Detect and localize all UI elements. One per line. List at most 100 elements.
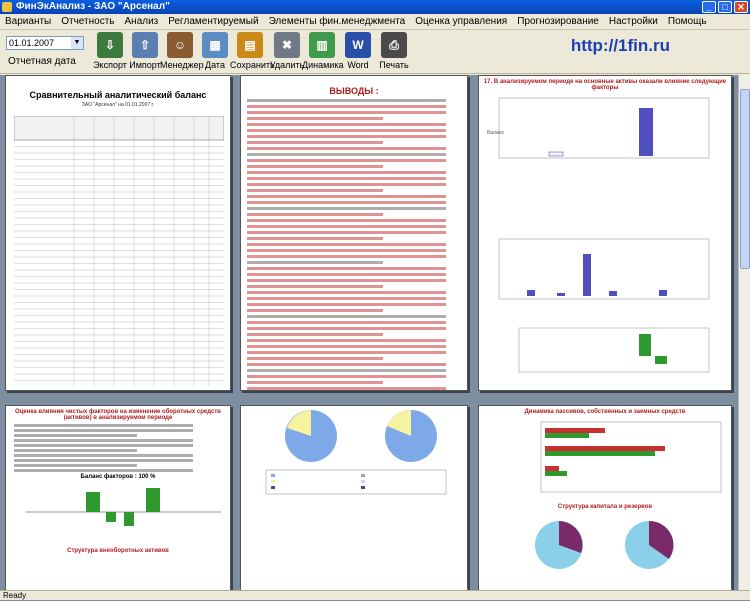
text-line [14,459,194,462]
conclusions-title: ВЫВОДЫ : [329,86,379,96]
report-page-pies[interactable] [240,405,468,590]
text-line [247,303,446,306]
text-line [247,129,446,132]
status-text: Ready [3,591,27,600]
minimize-button[interactable]: _ [702,1,716,13]
menu-reporting[interactable]: Отчетность [56,14,119,29]
report-page-factors[interactable]: 17. В анализируемом периоде на основные … [478,75,732,391]
balance-table [13,115,225,389]
text-line [247,201,446,204]
text-line [247,363,446,366]
text-line [247,219,446,222]
maximize-button[interactable]: □ [718,1,732,13]
title-bar: ФинЭкАнализ - ЗАО "Арсенал" _ □ ✕ [0,0,750,14]
word-icon: W [345,32,371,58]
text-line [247,297,446,300]
delete-button[interactable]: ✖ Удалить [267,32,307,72]
date-label: Дата [205,60,225,70]
menu-forecasting[interactable]: Прогнозирование [512,14,604,29]
text-line [14,454,194,457]
report-page-liabilities[interactable]: Динамика пассивов, собственных и заемных… [478,405,732,590]
status-bar: Ready [0,590,750,600]
export-label: Экспорт [93,60,127,70]
text-line [247,369,446,372]
import-label: Импорт [129,60,161,70]
print-button[interactable]: ⎙ Печать [374,32,414,72]
text-line [247,255,446,258]
text-line [247,207,446,210]
working-capital-heading: Оценка влияния чистых факторов на измене… [15,409,221,421]
print-preview-area[interactable]: Сравнительный аналитический баланс ЗАО "… [0,75,750,590]
manager-label: Менеджер [160,60,204,70]
text-line [14,449,138,452]
export-button[interactable]: ⇩ Экспорт [90,32,130,72]
text-line [247,213,383,216]
menu-settings[interactable]: Настройки [604,14,663,29]
report-date-select[interactable]: 01.01.2007 ▼ [6,36,84,50]
menu-bar: Варианты Отчетность Анализ Регламентируе… [0,14,750,30]
text-line [247,249,446,252]
calendar-icon: ▦ [202,32,228,58]
capital-pies [535,520,674,569]
balance-table-grid [13,115,225,386]
capital-structure-title: Структура капитала и резервов [557,504,653,510]
save-button[interactable]: ▤ Сохранить [230,32,275,72]
text-line [247,357,383,360]
chevron-down-icon[interactable]: ▼ [71,37,83,49]
text-line [247,267,446,270]
site-url-link[interactable]: http://1fin.ru [571,36,670,56]
text-line [247,231,446,234]
text-line [247,183,446,186]
menu-analysis[interactable]: Анализ [120,14,164,29]
app-icon [2,2,12,12]
app-window: ФинЭкАнализ - ЗАО "Арсенал" _ □ ✕ Вариан… [0,0,750,600]
save-label: Сохранить [230,60,275,70]
text-line [247,273,446,276]
factors-heading: 17. В анализируемом периоде на основные … [483,79,727,91]
import-button[interactable]: ⇧ Импорт [125,32,165,72]
liabilities-chart [540,421,722,493]
save-icon: ▤ [237,32,263,58]
working-capital-balance: Баланс факторов : 100 % [80,474,156,480]
working-capital-list [6,424,230,472]
vertical-scrollbar[interactable] [738,75,750,590]
text-line [247,315,446,318]
menu-regulated[interactable]: Регламентируемый [163,14,263,29]
report-page-balance[interactable]: Сравнительный аналитический баланс ЗАО "… [5,75,231,391]
scrollbar-thumb[interactable] [740,89,750,269]
text-line [247,243,446,246]
export-icon: ⇩ [97,32,123,58]
close-button[interactable]: ✕ [734,1,748,13]
menu-variants[interactable]: Варианты [0,14,56,29]
text-line [14,429,194,432]
text-line [247,225,446,228]
text-line [247,339,446,342]
import-icon: ⇧ [132,32,158,58]
dynamics-button[interactable]: ▥ Динамика [302,32,343,72]
text-line [247,327,446,330]
menu-help[interactable]: Помощь [663,14,712,29]
text-line [247,177,446,180]
report-date-label: Отчетная дата [8,56,76,67]
noncurrent-structure-title: Структура внеоборотных активов [67,548,169,554]
text-line [247,141,383,144]
text-line [247,123,446,126]
date-button[interactable]: ▦ Дата [195,32,235,72]
menu-management-evaluation[interactable]: Оценка управления [410,14,512,29]
factors-charts: Баланс [487,97,710,373]
text-line [247,159,446,162]
manager-button[interactable]: ☺ Менеджер [160,32,204,72]
text-line [14,424,194,427]
menu-fin-management[interactable]: Элементы фин.менеджмента [264,14,411,29]
report-page-working-capital[interactable]: Оценка влияния чистых факторов на измене… [5,405,231,590]
manager-icon: ☺ [167,32,193,58]
text-line [247,135,446,138]
word-button[interactable]: W Word [338,32,378,72]
svg-text:Баланс: Баланс [487,130,505,136]
balance-page-title: Сравнительный аналитический баланс [29,90,207,100]
chart-icon: ▥ [309,32,335,58]
report-page-conclusions[interactable]: ВЫВОДЫ : [240,75,468,391]
working-capital-chart [26,488,221,526]
text-line [14,464,138,467]
report-date-value: 01.01.2007 [9,38,55,48]
